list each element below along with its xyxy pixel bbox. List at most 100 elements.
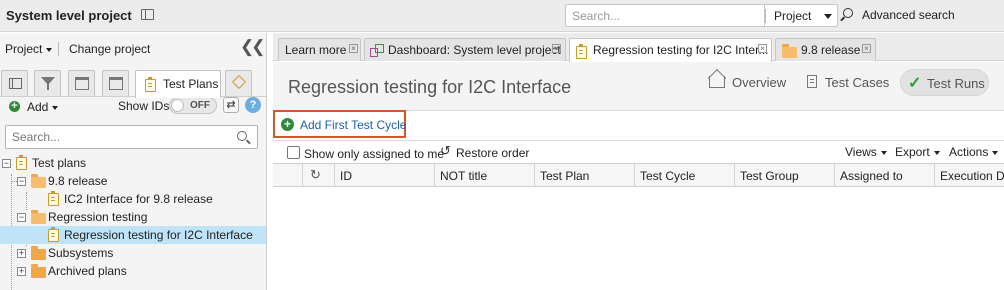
close-icon[interactable]: × <box>862 44 871 53</box>
add-menu-button[interactable]: Add <box>27 100 59 114</box>
tab-9-8-release[interactable]: 9.8 release × <box>775 38 876 61</box>
tree-item-regression-i2c[interactable]: Regression testing for I2C Interface <box>0 226 266 244</box>
tab-window[interactable] <box>102 70 129 97</box>
expand-icon[interactable]: + <box>17 267 26 276</box>
views-menu[interactable]: Views <box>845 145 887 159</box>
column-header-select[interactable] <box>273 164 303 186</box>
toggle-state: OFF <box>190 100 210 111</box>
column-header-refresh[interactable]: ↻ <box>303 164 335 186</box>
collapse-icon[interactable]: − <box>17 213 26 222</box>
document-icon <box>807 75 817 88</box>
search-icon[interactable] <box>237 131 247 141</box>
test-plan-icon <box>145 77 156 92</box>
show-ids-toggle[interactable]: OFF <box>169 97 217 114</box>
column-header-assigned-to[interactable]: Assigned to <box>835 164 935 186</box>
caret-down-icon <box>992 150 999 155</box>
column-header-id[interactable]: ID <box>335 164 435 186</box>
folder-icon <box>31 264 46 278</box>
search-scope-value: Project <box>774 9 812 23</box>
tab-dashboard[interactable]: Dashboard: System level project × <box>364 38 566 61</box>
home-icon <box>709 76 725 88</box>
column-header-test-plan[interactable]: Test Plan <box>535 164 635 186</box>
close-icon[interactable]: × <box>758 44 767 53</box>
collapse-icon[interactable]: − <box>2 159 11 168</box>
tree-search-input[interactable] <box>5 125 258 149</box>
overview-label: Overview <box>732 75 787 90</box>
help-icon[interactable]: ? <box>245 97 261 113</box>
top-bar: System level project Project Advanced se… <box>0 0 1004 32</box>
caret-down-icon <box>46 47 53 52</box>
export-menu-label: Export <box>895 145 930 159</box>
restore-order-button[interactable]: Restore order <box>456 146 529 160</box>
plus-circle-icon: + <box>9 101 20 112</box>
collapse-icon[interactable]: − <box>17 177 26 186</box>
sidebar-toggle-icon[interactable] <box>141 9 154 20</box>
test-cases-button[interactable]: Test Cases <box>804 69 894 96</box>
plus-circle-icon: + <box>281 118 294 131</box>
show-assigned-label: Show only assigned to me <box>304 147 445 161</box>
project-menu-label: Project <box>5 42 43 56</box>
tree-item-regression-testing[interactable]: − Regression testing <box>0 208 266 226</box>
close-icon[interactable]: × <box>552 44 561 53</box>
show-assigned-checkbox[interactable] <box>287 146 300 159</box>
folder-open-icon <box>31 174 46 188</box>
search-scope-divider <box>765 9 766 23</box>
test-plan-icon <box>48 191 59 206</box>
export-menu[interactable]: Export <box>895 145 940 159</box>
tree-item-9-8-release[interactable]: − 9.8 release <box>0 172 266 190</box>
tree-item-ic2-interface[interactable]: IC2 Interface for 9.8 release <box>0 190 266 208</box>
caret-down-icon <box>824 14 832 19</box>
search-scope-select[interactable]: Project <box>764 4 838 27</box>
change-project-link[interactable]: Change project <box>69 42 150 56</box>
column-header-test-cycle[interactable]: Test Cycle <box>635 164 735 186</box>
global-search-input[interactable] <box>565 4 764 27</box>
project-title: System level project <box>6 8 132 23</box>
column-header-test-group[interactable]: Test Group <box>735 164 835 186</box>
tab-regression-testing[interactable]: Regression testing for I2C Inter... × <box>569 38 772 62</box>
actions-menu[interactable]: Actions <box>949 145 999 159</box>
restore-icon[interactable]: ↺ <box>440 143 451 159</box>
refresh-icon[interactable]: ↻ <box>310 167 321 183</box>
caret-down-icon <box>933 150 940 155</box>
add-first-cycle-label[interactable]: Add First Test Cycle <box>300 118 406 132</box>
column-label: Execution Da <box>940 169 1004 183</box>
tree-item-archived-plans[interactable]: + Archived plans <box>0 262 266 280</box>
test-cases-label: Test Cases <box>825 75 890 90</box>
tab-filter[interactable] <box>34 70 61 97</box>
sync-icon[interactable]: ⇄ <box>223 97 239 113</box>
tab-label: Dashboard: System level project <box>388 43 561 57</box>
tree-item-subsystems[interactable]: + Subsystems <box>0 244 266 262</box>
grid-header: ↻ ID NOT title Test Plan Test Cycle Test… <box>273 163 1004 187</box>
tab-learn-more[interactable]: Learn more × <box>278 38 361 61</box>
tab-list-view[interactable] <box>1 70 28 97</box>
tab-test-plans-label: Test Plans <box>163 77 219 91</box>
column-label: ID <box>340 169 352 183</box>
page-header: Regression testing for I2C Interface Ove… <box>273 62 1004 111</box>
tab-tags[interactable] <box>225 70 252 97</box>
magnifier-icon <box>843 8 853 18</box>
tab-label: 9.8 release <box>801 43 861 57</box>
caret-down-icon <box>52 105 59 110</box>
dashboard-icon <box>370 44 384 57</box>
collapse-panel-icon[interactable]: ❮❮ <box>240 37 265 57</box>
tree-item-label: IC2 Interface for 9.8 release <box>64 192 213 206</box>
test-plan-icon <box>576 44 587 59</box>
column-header-execution-date[interactable]: Execution Da <box>935 164 1004 186</box>
column-header-not-title[interactable]: NOT title <box>435 164 535 186</box>
test-plan-icon <box>48 227 59 242</box>
overview-button[interactable]: Overview <box>706 69 796 96</box>
close-icon[interactable]: × <box>349 44 358 53</box>
window-icon <box>109 77 123 90</box>
add-label: Add <box>27 100 49 114</box>
calendar-icon <box>75 77 89 90</box>
tab-test-plans[interactable]: Test Plans <box>135 70 221 98</box>
folder-open-icon <box>31 210 46 224</box>
project-menu[interactable]: Project <box>5 42 53 56</box>
test-runs-button[interactable]: ✓ Test Runs <box>900 69 989 96</box>
tab-label: Regression testing for I2C Inter... <box>593 43 769 57</box>
tree-item-test-plans[interactable]: − Test plans <box>0 154 266 172</box>
tab-label: Learn more <box>285 43 347 57</box>
expand-icon[interactable]: + <box>17 249 26 258</box>
column-label: Test Cycle <box>640 169 696 183</box>
tab-calendar[interactable] <box>68 70 95 97</box>
